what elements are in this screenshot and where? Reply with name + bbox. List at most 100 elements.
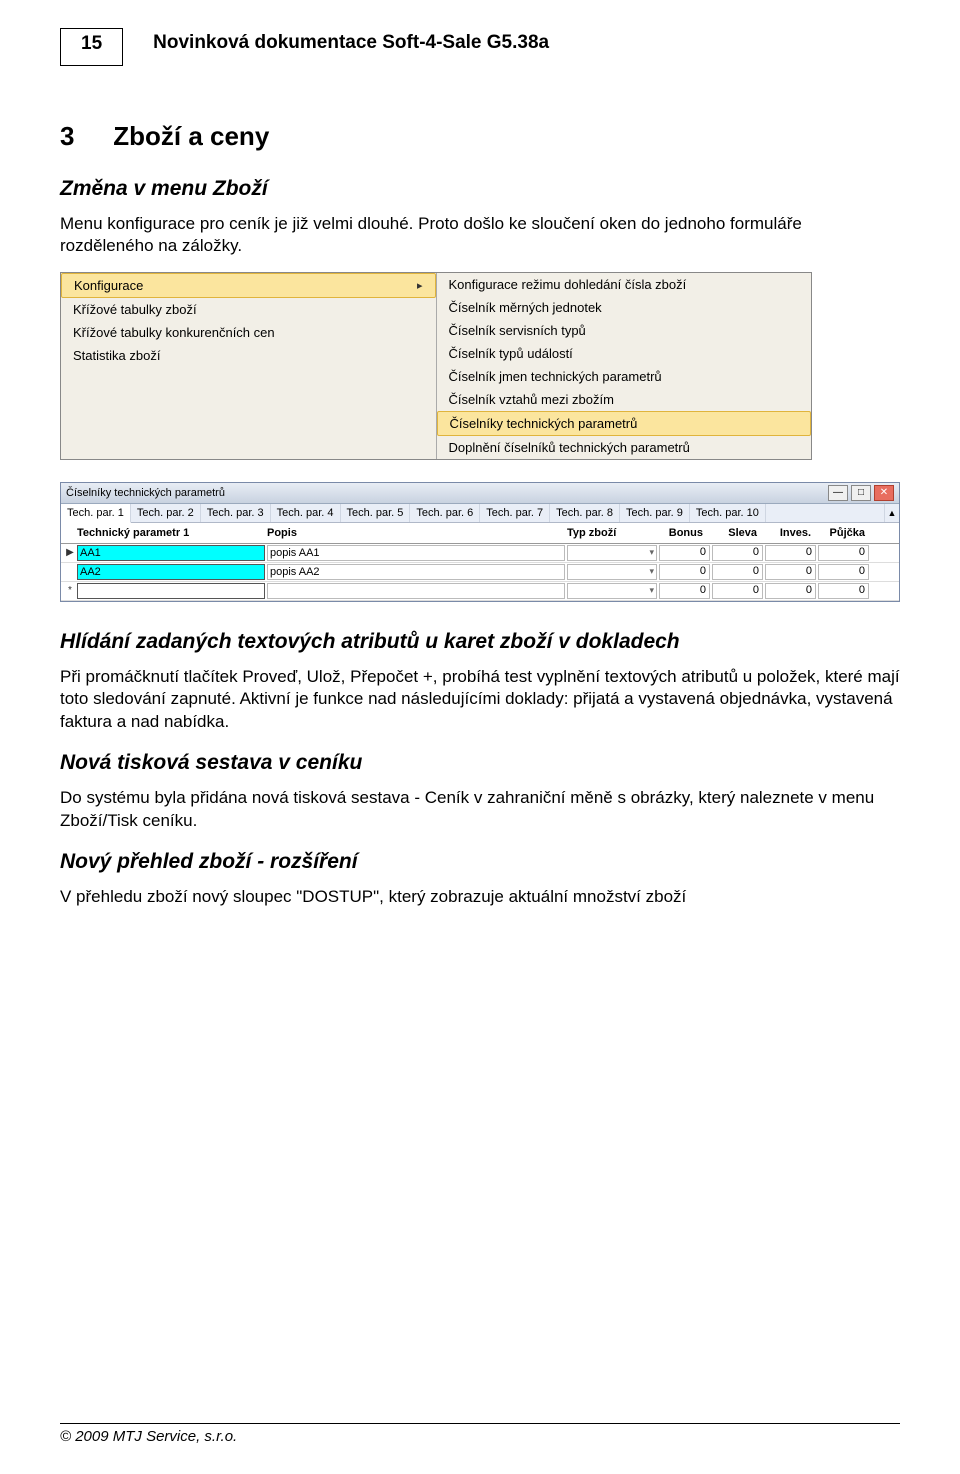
name-input[interactable]: [77, 545, 265, 561]
tab-label: Tech. par. 3: [207, 507, 264, 519]
popis-input[interactable]: [267, 583, 565, 599]
inves-cell[interactable]: 0: [765, 583, 816, 599]
col-sleva: Sleva: [709, 527, 763, 539]
tab-label: Tech. par. 7: [486, 507, 543, 519]
params-titlebar: Číselníky technických parametrů — □ ✕: [61, 483, 899, 504]
row-new-icon[interactable]: *: [63, 585, 77, 596]
menu-item-ciselniky-tech[interactable]: Číselníky technických parametrů: [437, 411, 812, 436]
col-typ: Typ zboží: [567, 527, 655, 539]
scroll-up-icon[interactable]: ▲: [884, 504, 899, 522]
typ-dropdown[interactable]: ▾: [567, 583, 657, 599]
menu-item-label: Doplnění číselníků technických parametrů: [449, 440, 690, 455]
inves-cell[interactable]: 0: [765, 564, 816, 580]
menu-item-krizove-zbozi[interactable]: Křížové tabulky zboží: [61, 298, 436, 321]
menu-screenshot: Konfigurace Křížové tabulky zboží Křížov…: [60, 272, 812, 460]
inves-cell[interactable]: 0: [765, 545, 816, 561]
tab-tech-par-3[interactable]: Tech. par. 3: [201, 504, 271, 522]
tab-tech-par-6[interactable]: Tech. par. 6: [410, 504, 480, 522]
col-inves: Inves.: [763, 527, 817, 539]
close-icon[interactable]: ✕: [874, 485, 894, 501]
name-input[interactable]: [77, 583, 265, 599]
pujcka-cell[interactable]: 0: [818, 564, 869, 580]
bonus-cell[interactable]: 0: [659, 545, 710, 561]
menu-item-label: Číselník jmen technických parametrů: [449, 369, 662, 384]
footer-text: © 2009 MTJ Service, s.r.o.: [60, 1428, 237, 1445]
menu-item-ciselnik-jmen[interactable]: Číselník jmen technických parametrů: [437, 365, 812, 388]
menu-item-label: Křížové tabulky konkurenčních cen: [73, 325, 275, 340]
params-window: Číselníky technických parametrů — □ ✕ Te…: [60, 482, 900, 602]
table-row: ▶ ▾ 0 0 0 0: [61, 544, 899, 563]
col-bonus: Bonus: [655, 527, 709, 539]
table-row-new: * ▾ 0 0 0 0: [61, 582, 899, 601]
col-popis: Popis: [267, 527, 567, 539]
menu-item-label: Číselník měrných jednotek: [449, 300, 602, 315]
paragraph-menu-change: Menu konfigurace pro ceník je již velmi …: [60, 213, 900, 258]
popis-input[interactable]: [267, 564, 565, 580]
menu-item-ciselnik-vztahu[interactable]: Číselník vztahů mezi zbožím: [437, 388, 812, 411]
tab-tech-par-4[interactable]: Tech. par. 4: [271, 504, 341, 522]
params-window-title: Číselníky technických parametrů: [66, 487, 225, 499]
tab-tech-par-5[interactable]: Tech. par. 5: [341, 504, 411, 522]
minimize-icon[interactable]: —: [828, 485, 848, 501]
subheading-hlidani: Hlídání zadaných textových atributů u ka…: [60, 630, 900, 654]
tab-label: Tech. par. 8: [556, 507, 613, 519]
menu-item-doplneni-ciselniku[interactable]: Doplnění číselníků technických parametrů: [437, 436, 812, 459]
menu-item-konfigurace[interactable]: Konfigurace: [61, 273, 436, 298]
tab-tech-par-2[interactable]: Tech. par. 2: [131, 504, 201, 522]
col-pujcka: Půjčka: [817, 527, 871, 539]
sleva-cell[interactable]: 0: [712, 564, 763, 580]
menu-item-label: Konfigurace režimu dohledání čísla zboží: [449, 277, 687, 292]
section-heading: 3 Zboží a ceny: [60, 121, 900, 152]
menu-item-ciselnik-servis[interactable]: Číselník servisních typů: [437, 319, 812, 342]
menu-item-label: Statistika zboží: [73, 348, 160, 363]
menu-column-right: Konfigurace režimu dohledání čísla zboží…: [437, 273, 812, 459]
page-number-box: 15: [60, 28, 123, 66]
col-name: Technický parametr 1: [77, 527, 267, 539]
sleva-cell[interactable]: 0: [712, 583, 763, 599]
bonus-cell[interactable]: 0: [659, 583, 710, 599]
tab-tech-par-1[interactable]: Tech. par. 1: [61, 504, 131, 523]
menu-item-label: Číselník vztahů mezi zbožím: [449, 392, 614, 407]
menu-item-label: Číselníky technických parametrů: [450, 416, 638, 431]
tab-tech-par-10[interactable]: Tech. par. 10: [690, 504, 766, 522]
menu-item-ciselnik-udalosti[interactable]: Číselník typů událostí: [437, 342, 812, 365]
pujcka-cell[interactable]: 0: [818, 545, 869, 561]
menu-item-label: Číselník servisních typů: [449, 323, 586, 338]
params-tabs: Tech. par. 1 Tech. par. 2 Tech. par. 3 T…: [61, 504, 899, 523]
tab-label: Tech. par. 9: [626, 507, 683, 519]
menu-column-left: Konfigurace Křížové tabulky zboží Křížov…: [61, 273, 437, 459]
tab-label: Tech. par. 2: [137, 507, 194, 519]
subheading-prehled-zbozi: Nový přehled zboží - rozšíření: [60, 850, 900, 874]
tab-tech-par-8[interactable]: Tech. par. 8: [550, 504, 620, 522]
pujcka-cell[interactable]: 0: [818, 583, 869, 599]
popis-input[interactable]: [267, 545, 565, 561]
maximize-icon[interactable]: □: [851, 485, 871, 501]
header-title: Novinková dokumentace Soft-4-Sale G5.38a: [153, 28, 549, 54]
paragraph-hlidani: Při promáčknutí tlačítek Proveď, Ulož, P…: [60, 666, 900, 733]
tab-tech-par-7[interactable]: Tech. par. 7: [480, 504, 550, 522]
bonus-cell[interactable]: 0: [659, 564, 710, 580]
typ-dropdown[interactable]: ▾: [567, 545, 657, 561]
footer: © 2009 MTJ Service, s.r.o.: [60, 1423, 900, 1446]
section-number: 3: [60, 121, 106, 152]
menu-item-statistika[interactable]: Statistika zboží: [61, 344, 436, 367]
column-headers: Technický parametr 1 Popis Typ zboží Bon…: [61, 523, 899, 544]
tab-label: Tech. par. 10: [696, 507, 759, 519]
tab-label: Tech. par. 4: [277, 507, 334, 519]
tab-tech-par-9[interactable]: Tech. par. 9: [620, 504, 690, 522]
name-input[interactable]: [77, 564, 265, 580]
typ-dropdown[interactable]: ▾: [567, 564, 657, 580]
menu-item-ciselnik-jednotek[interactable]: Číselník měrných jednotek: [437, 296, 812, 319]
subheading-tiskova-sestava: Nová tisková sestava v ceníku: [60, 751, 900, 775]
menu-item-krizove-konkurence[interactable]: Křížové tabulky konkurenčních cen: [61, 321, 436, 344]
tab-label: Tech. par. 1: [67, 507, 124, 519]
tab-label: Tech. par. 6: [416, 507, 473, 519]
menu-item-label: Číselník typů událostí: [449, 346, 573, 361]
menu-item-konfig-rezim[interactable]: Konfigurace režimu dohledání čísla zboží: [437, 273, 812, 296]
paragraph-tiskova-sestava: Do systému byla přidána nová tisková ses…: [60, 787, 900, 832]
row-selector-icon[interactable]: ▶: [63, 547, 77, 558]
sleva-cell[interactable]: 0: [712, 545, 763, 561]
section-title: Zboží a ceny: [113, 121, 269, 151]
table-row: ▾ 0 0 0 0: [61, 563, 899, 582]
tab-label: Tech. par. 5: [347, 507, 404, 519]
